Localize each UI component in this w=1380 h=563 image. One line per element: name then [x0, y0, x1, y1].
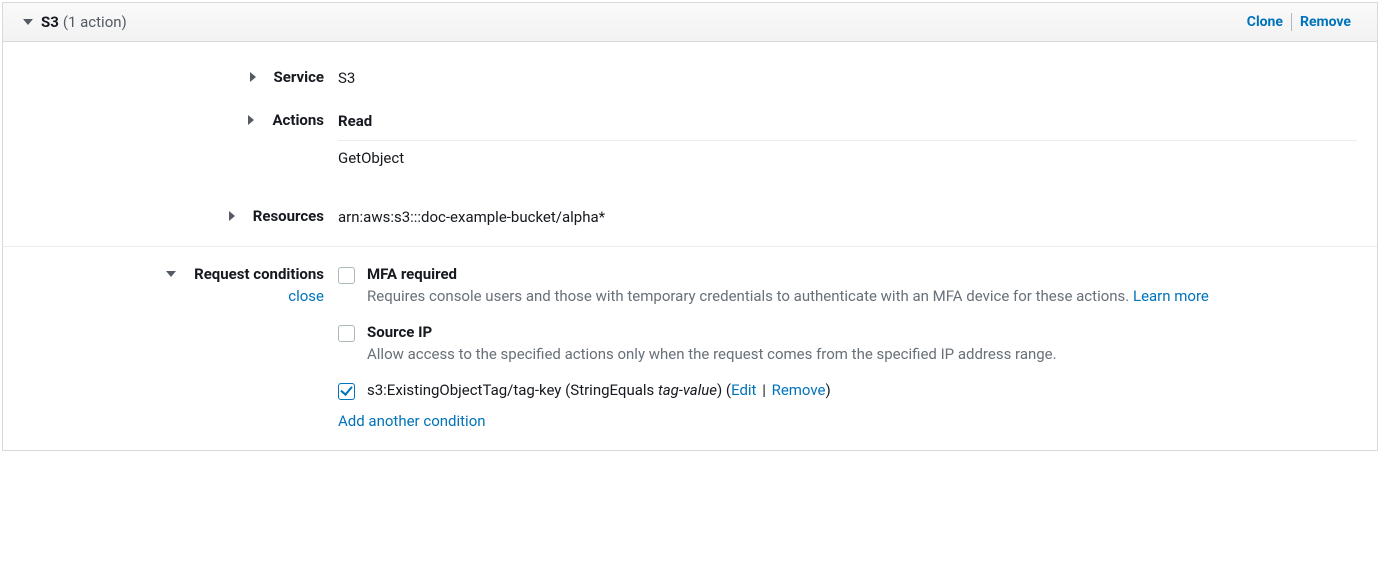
request-conditions-row: Request conditions close MFA required Re… — [23, 247, 1357, 430]
resources-label-col[interactable]: Resources — [23, 207, 338, 225]
paren-open: ( — [561, 381, 570, 399]
add-another-condition-link[interactable]: Add another condition — [338, 412, 1357, 430]
panel-header-left[interactable]: S3 (1 action) — [23, 13, 1239, 31]
mfa-title: MFA required — [367, 265, 1357, 283]
remove-button[interactable]: Remove — [1292, 14, 1359, 30]
custom-operator: StringEquals — [570, 381, 658, 399]
caret-right-icon — [229, 211, 235, 221]
actions-label-col[interactable]: Actions — [23, 111, 338, 129]
mfa-learn-more-link[interactable]: Learn more — [1133, 287, 1209, 305]
mfa-desc-text: Requires console users and those with te… — [367, 287, 1129, 305]
conditions-close-link[interactable]: close — [288, 287, 324, 305]
custom-condition-checkbox[interactable] — [338, 383, 355, 400]
paren-close: ) — [826, 381, 831, 399]
service-label: Service — [274, 68, 324, 86]
actions-divider — [338, 140, 1357, 141]
conditions-label: Request conditions — [194, 265, 324, 283]
custom-condition-text: s3:ExistingObjectTag/tag-key (StringEqua… — [367, 381, 1357, 399]
service-row: Service S3 — [23, 58, 1357, 101]
caret-right-icon — [248, 115, 254, 125]
resources-label: Resources — [253, 207, 324, 225]
policy-statement-panel: S3 (1 action) Clone Remove Service S3 Ac… — [2, 2, 1378, 451]
custom-value: tag-value — [658, 381, 717, 399]
actions-group-heading: Read — [338, 112, 1357, 134]
resources-row: Resources arn:aws:s3:::doc-example-bucke… — [23, 197, 1357, 246]
actions-label: Actions — [272, 111, 324, 129]
caret-right-icon — [250, 72, 256, 82]
source-ip-checkbox[interactable] — [338, 325, 355, 342]
source-ip-desc: Allow access to the specified actions on… — [367, 345, 1357, 363]
header-action-count: (1 action) — [63, 13, 127, 31]
condition-mfa: MFA required Requires console users and … — [338, 265, 1357, 305]
condition-source-ip: Source IP Allow access to the specified … — [338, 323, 1357, 363]
actions-row: Actions Read GetObject — [23, 101, 1357, 197]
header-service-name: S3 — [41, 13, 59, 31]
paren-close-open: ) ( — [717, 381, 731, 399]
source-ip-title: Source IP — [367, 323, 1357, 341]
mfa-desc: Requires console users and those with te… — [367, 287, 1357, 305]
mfa-checkbox[interactable] — [338, 267, 355, 284]
pipe-separator: | — [758, 381, 769, 399]
custom-key: s3:ExistingObjectTag/tag-key — [367, 381, 561, 399]
service-label-col[interactable]: Service — [23, 68, 338, 86]
custom-remove-link[interactable]: Remove — [772, 381, 826, 399]
custom-edit-link[interactable]: Edit — [731, 381, 756, 399]
caret-down-icon — [166, 271, 176, 277]
service-value: S3 — [338, 68, 1357, 87]
caret-down-icon — [23, 19, 33, 25]
panel-header: S3 (1 action) Clone Remove — [3, 3, 1377, 42]
action-item: GetObject — [338, 149, 1357, 167]
panel-body: Service S3 Actions Read GetObject Resour… — [3, 42, 1377, 450]
resources-value: arn:aws:s3:::doc-example-bucket/alpha* — [338, 207, 1357, 226]
conditions-label-col[interactable]: Request conditions — [166, 265, 324, 283]
clone-button[interactable]: Clone — [1239, 14, 1291, 30]
condition-custom: s3:ExistingObjectTag/tag-key (StringEqua… — [338, 381, 1357, 400]
